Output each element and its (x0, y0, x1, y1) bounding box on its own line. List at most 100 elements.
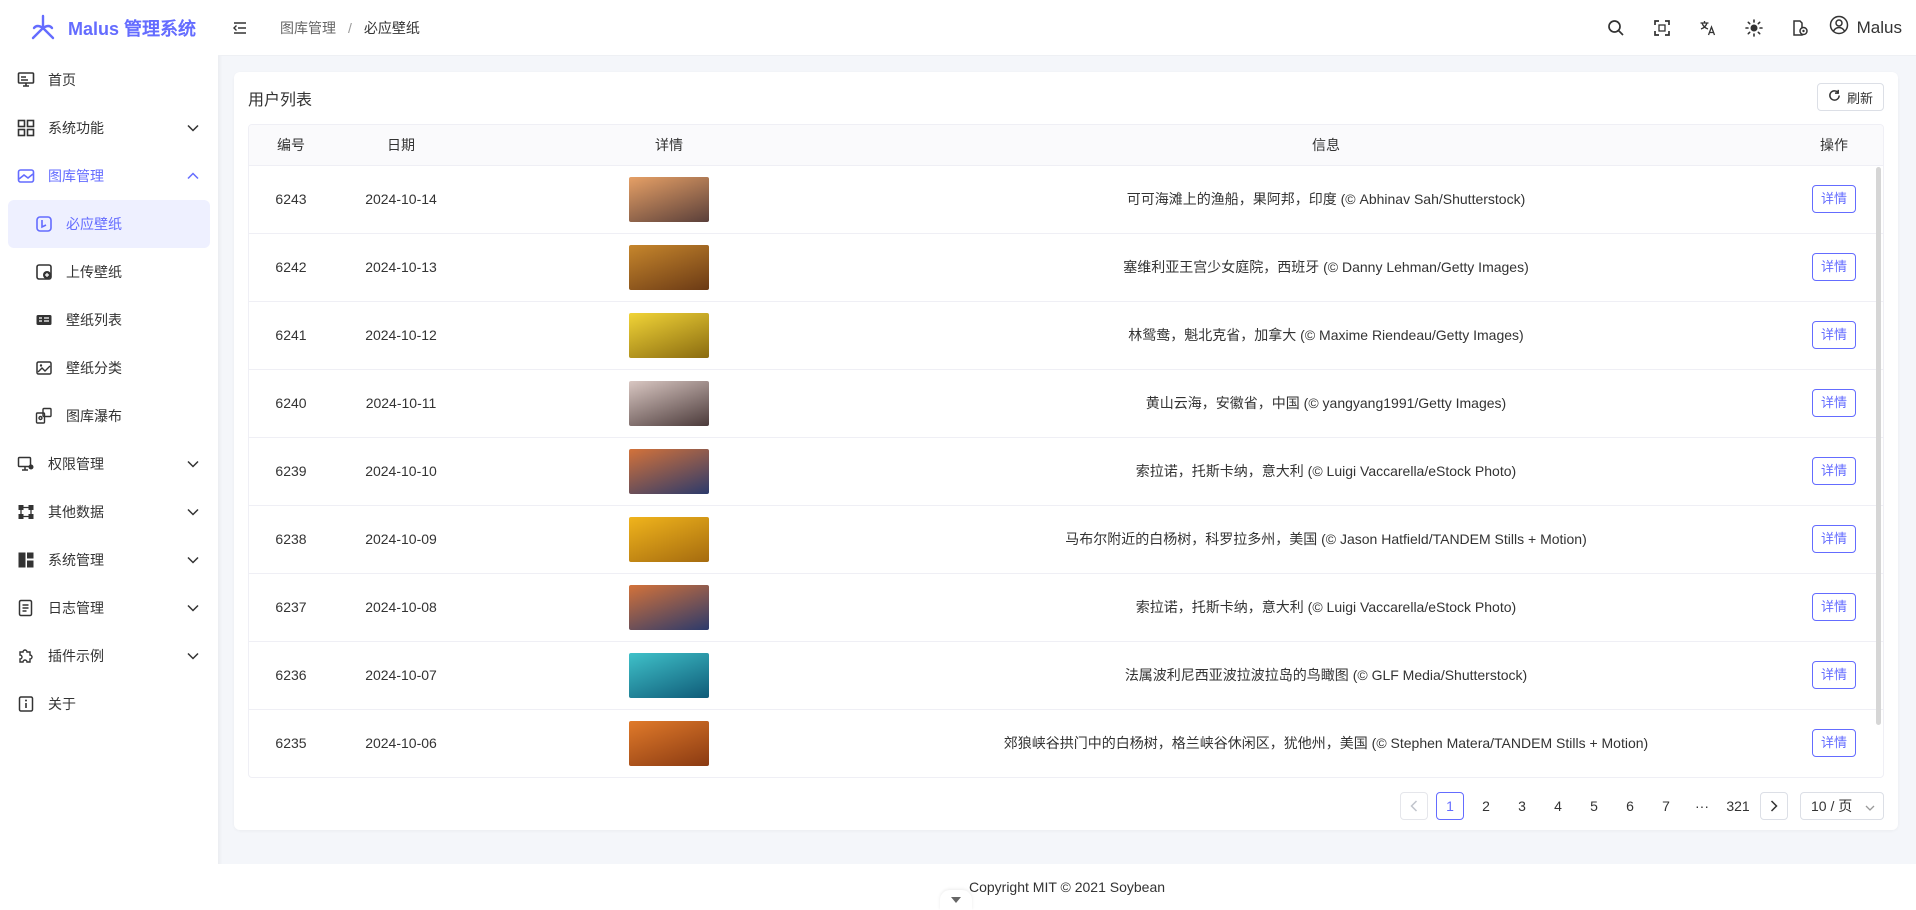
cell-thumbnail (469, 505, 869, 574)
scroll-down-icon[interactable] (940, 890, 972, 910)
wallpaper-table: 编号 日期 详情 信息 操作 6243 2024-10-14 可可海滩上的渔船，果阿… (248, 124, 1884, 778)
sidebar-item-other-data[interactable]: 其他数据 (8, 488, 210, 536)
detail-button[interactable]: 详情 (1811, 389, 1856, 417)
cell-action: 详情 (1783, 437, 1883, 506)
cell-info: 郊狼峡谷拱门中的白杨树，格兰峡谷休闲区，犹他州，美国 (© Stephen Ma… (1003, 735, 1649, 752)
cell-thumbnail (469, 301, 869, 370)
page-size-select[interactable]: 10 / 页 (1800, 792, 1884, 820)
cell-thumbnail (469, 641, 869, 710)
detail-button[interactable]: 详情 (1811, 729, 1856, 758)
wallpaper-thumbnail[interactable] (629, 516, 709, 562)
page-5[interactable]: 5 (1580, 792, 1608, 820)
cell-action: 详情 (1783, 573, 1883, 642)
sidebar-item-system-management[interactable]: 系统管理 (8, 536, 210, 584)
detail-button[interactable]: 详情 (1811, 661, 1856, 689)
breadcrumb-item-current[interactable]: 必应壁纸 (364, 18, 420, 38)
wallpaper-thumbnail[interactable] (629, 244, 709, 290)
sidebar-item-bing-wallpaper[interactable]: 必应壁纸 (8, 200, 210, 248)
fullscreen-icon[interactable] (1639, 0, 1685, 56)
wallpaper-thumbnail[interactable] (629, 652, 709, 698)
upload-icon (34, 262, 54, 282)
sidebar-item-wallpaper-category[interactable]: 壁纸分类 (8, 344, 210, 392)
next-page-button[interactable] (1760, 792, 1788, 820)
table-row: 6242 2024-10-13 塞维利亚王宫少女庭院，西班牙 (© Danny Le… (249, 233, 1883, 302)
cell-date: 2024-10-07 (333, 641, 469, 710)
sidebar-item-label: 日志管理 (48, 600, 104, 616)
refresh-label: 刷新 (1846, 90, 1873, 106)
search-icon[interactable] (1593, 0, 1639, 56)
wallpaper-thumbnail[interactable] (629, 720, 709, 766)
sidebar-item-home[interactable]: 首页 (8, 56, 210, 104)
detail-button[interactable]: 详情 (1811, 457, 1856, 485)
detail-button[interactable]: 详情 (1811, 185, 1856, 213)
page-7[interactable]: 7 (1652, 792, 1680, 820)
user-menu[interactable]: Malus (1829, 15, 1902, 40)
page-last[interactable]: 321 (1724, 792, 1752, 820)
sidebar-item-label: 系统功能 (48, 120, 104, 136)
sidebar-item-label: 插件示例 (48, 648, 104, 664)
cell-id: 6235 (275, 735, 307, 752)
page-4[interactable]: 4 (1544, 792, 1572, 820)
sidebar-item-label: 关于 (48, 696, 76, 712)
malus-logo-icon (28, 12, 58, 45)
table-scrollbar[interactable] (1876, 167, 1881, 725)
chevron-up-icon (186, 169, 200, 183)
translate-icon[interactable] (1685, 0, 1731, 56)
app-title: Malus 管理系统 (68, 19, 197, 39)
cell-id: 6238 (249, 505, 333, 574)
wallpaper-thumbnail[interactable] (629, 448, 709, 494)
wallpaper-thumbnail[interactable] (629, 312, 709, 358)
pagination: 1234567 ··· 321 10 / 页 (1400, 792, 1884, 820)
cell-info: 索拉诺，托斯卡纳，意大利 (© Luigi Vaccarella/eStock … (869, 437, 1783, 506)
sidebar-item-wallpaper-list[interactable]: 壁纸列表 (8, 296, 210, 344)
cell-action: 详情 (1783, 709, 1883, 777)
wallpaper-thumbnail[interactable] (629, 584, 709, 630)
theme-config-icon[interactable] (1777, 0, 1823, 56)
cell-id: 6237 (249, 573, 333, 642)
footer-copyright: Copyright MIT © 2021 Soybean (968, 879, 1166, 895)
theme-sun-icon[interactable] (1731, 0, 1777, 56)
detail-button[interactable]: 详情 (1811, 593, 1856, 621)
chevron-down-icon (186, 121, 200, 135)
table-row: 6235 2024-10-06 郊狼峡谷拱门中的白杨树，格兰峡谷休闲区，犹他州，美国… (249, 709, 1883, 777)
wallpaper-thumbnail[interactable] (629, 176, 709, 222)
image-icon (16, 166, 36, 186)
sidebar-item-upload-wallpaper[interactable]: 上传壁纸 (8, 248, 210, 296)
menu-collapse-icon[interactable] (230, 18, 250, 38)
sidebar-item-label: 图库管理 (48, 168, 104, 184)
cell-thumbnail (469, 573, 869, 642)
sidebar-item-about[interactable]: 关于 (8, 680, 210, 728)
sidebar-menu: 首页 系统功能 图库管理 必应壁纸 上传壁纸 壁纸列表 壁纸分类 图库瀑布 权限… (0, 56, 218, 728)
sidebar-item-gallery-waterfall[interactable]: 图库瀑布 (8, 392, 210, 440)
detail-button[interactable]: 详情 (1811, 321, 1856, 349)
page-ellipsis[interactable]: ··· (1688, 792, 1716, 820)
breadcrumb-item-gallery[interactable]: 图库管理 (280, 18, 336, 38)
page-6[interactable]: 6 (1616, 792, 1644, 820)
logo[interactable]: Malus 管理系统 (0, 0, 218, 56)
page-3[interactable]: 3 (1508, 792, 1536, 820)
wallpaper-thumbnail[interactable] (629, 380, 709, 426)
cell-thumbnail (469, 233, 869, 302)
sidebar-item-log-management[interactable]: 日志管理 (8, 584, 210, 632)
detail-button[interactable]: 详情 (1811, 525, 1856, 553)
user-avatar-icon (1829, 15, 1849, 40)
detail-button[interactable]: 详情 (1811, 253, 1856, 281)
sidebar-item-gallery[interactable]: 图库管理 (8, 152, 210, 200)
breadcrumb-separator: / (348, 19, 352, 36)
sidebar-item-label: 其他数据 (48, 504, 104, 520)
prev-page-button[interactable] (1400, 792, 1428, 820)
sidebar-item-plugin-examples[interactable]: 插件示例 (8, 632, 210, 680)
sidebar-item-label: 首页 (48, 72, 76, 88)
page-2[interactable]: 2 (1472, 792, 1500, 820)
sidebar-item-system-functions[interactable]: 系统功能 (8, 104, 210, 152)
column-header-action: 操作 (1783, 125, 1883, 166)
table-row: 6239 2024-10-10 索拉诺，托斯卡纳，意大利 (© Luigi Vacc… (249, 437, 1883, 506)
sidebar-item-permissions[interactable]: 权限管理 (8, 440, 210, 488)
sidebar-item-label: 权限管理 (48, 456, 104, 472)
cell-id: 6243 (249, 165, 333, 234)
chevron-down-icon (1865, 798, 1875, 814)
bing-icon (34, 214, 54, 234)
refresh-button[interactable]: 刷新 (1816, 83, 1884, 111)
page-1[interactable]: 1 (1436, 792, 1464, 820)
table-row: 6240 2024-10-11 黄山云海，安徽省，中国 (© yangyang199… (249, 369, 1883, 438)
